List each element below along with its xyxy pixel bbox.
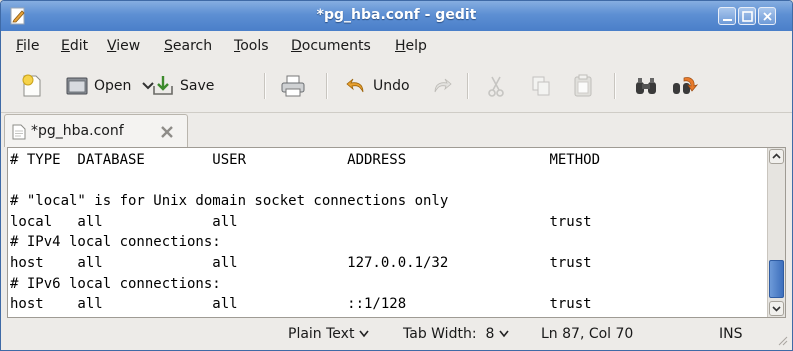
chevron-down-icon [499,330,509,338]
editor-line[interactable]: host all all 127.0.0.1/32 trust [10,253,767,274]
scroll-down-button[interactable] [769,301,784,316]
language-selector[interactable]: Plain Text [288,326,370,342]
title-bar[interactable]: *pg_hba.conf - gedit [1,1,792,31]
undo-icon [346,78,364,93]
close-tab-icon[interactable] [159,124,175,144]
menu-file[interactable]: File [16,38,39,54]
copy-button[interactable] [529,73,553,99]
toolbar: Open Save Undo [1,61,792,113]
text-file-icon [12,124,26,144]
toolbar-separator [326,73,327,99]
vertical-scrollbar[interactable] [767,148,785,317]
editor-line[interactable]: local all all trust [10,212,767,233]
close-window-button[interactable] [758,7,776,25]
scroll-up-button[interactable] [769,149,784,164]
editor-line[interactable]: # TYPE DATABASE USER ADDRESS METHOD [10,150,767,171]
save-button[interactable]: Save [151,73,214,99]
tab-width-selector[interactable]: Tab Width: 8 [403,326,509,342]
tab-pg-hba-conf[interactable]: *pg_hba.conf [4,114,188,147]
open-button[interactable]: Open [65,73,155,99]
redo-button[interactable] [430,73,454,99]
open-label: Open [94,78,132,94]
maximize-button[interactable] [738,7,756,25]
paste-button[interactable] [571,73,595,99]
toolbar-separator [614,73,615,99]
toolbar-separator [264,73,265,99]
save-icon [153,76,173,95]
editor-line[interactable]: # IPv4 local connections: [10,232,767,253]
insert-mode: INS [719,326,743,342]
editor-line[interactable]: # IPv6 local connections: [10,274,767,295]
new-document-icon [22,74,41,97]
status-bar: Plain Text Tab Width: 8 Ln 87, Col 70 IN… [1,318,792,350]
menu-bar: File Edit View Search Tools Documents He… [1,31,792,61]
cut-button[interactable] [484,73,508,99]
menu-edit[interactable]: Edit [61,38,88,54]
find-replace-icon [673,77,698,94]
paste-icon [574,74,592,97]
menu-view[interactable]: View [107,38,140,54]
save-label: Save [180,78,215,94]
cursor-position: Ln 87, Col 70 [541,326,634,342]
gedit-window: *pg_hba.conf - gedit File Edit View Sear… [0,0,793,351]
window-title: *pg_hba.conf - gedit [316,7,477,23]
resize-grip-icon[interactable] [776,334,788,346]
copy-icon [532,76,550,96]
find-button[interactable] [633,73,659,99]
editor-line[interactable]: host all all ::1/128 trust [10,294,767,315]
editor-text-area[interactable]: # TYPE DATABASE USER ADDRESS METHOD # "lo… [10,150,767,317]
menu-search[interactable]: Search [164,38,212,54]
scissors-icon [488,76,504,97]
menu-tools[interactable]: Tools [234,38,269,54]
printer-icon [281,75,305,97]
undo-button[interactable]: Undo [344,73,410,99]
print-button[interactable] [280,73,306,99]
text-editor[interactable]: # TYPE DATABASE USER ADDRESS METHOD # "lo… [7,147,786,318]
new-button[interactable] [21,73,43,99]
menu-documents[interactable]: Documents [291,38,371,54]
undo-label: Undo [373,78,410,94]
toolbar-separator [467,73,468,99]
scroll-thumb[interactable] [769,260,784,298]
menu-help[interactable]: Help [395,38,427,54]
editor-line[interactable] [10,171,767,192]
redo-icon [434,78,452,93]
binoculars-icon [636,78,656,94]
editor-line[interactable]: # "local" is for Unix domain socket conn… [10,191,767,212]
tab-label: *pg_hba.conf [31,123,124,139]
minimize-button[interactable] [718,7,736,25]
chevron-down-icon [359,330,370,338]
replace-button[interactable] [670,73,698,99]
tab-width-label: Tab Width: 8 [403,326,495,342]
document-tabs: *pg_hba.conf [1,113,792,147]
folder-open-icon [66,77,88,95]
language-label: Plain Text [288,326,355,342]
